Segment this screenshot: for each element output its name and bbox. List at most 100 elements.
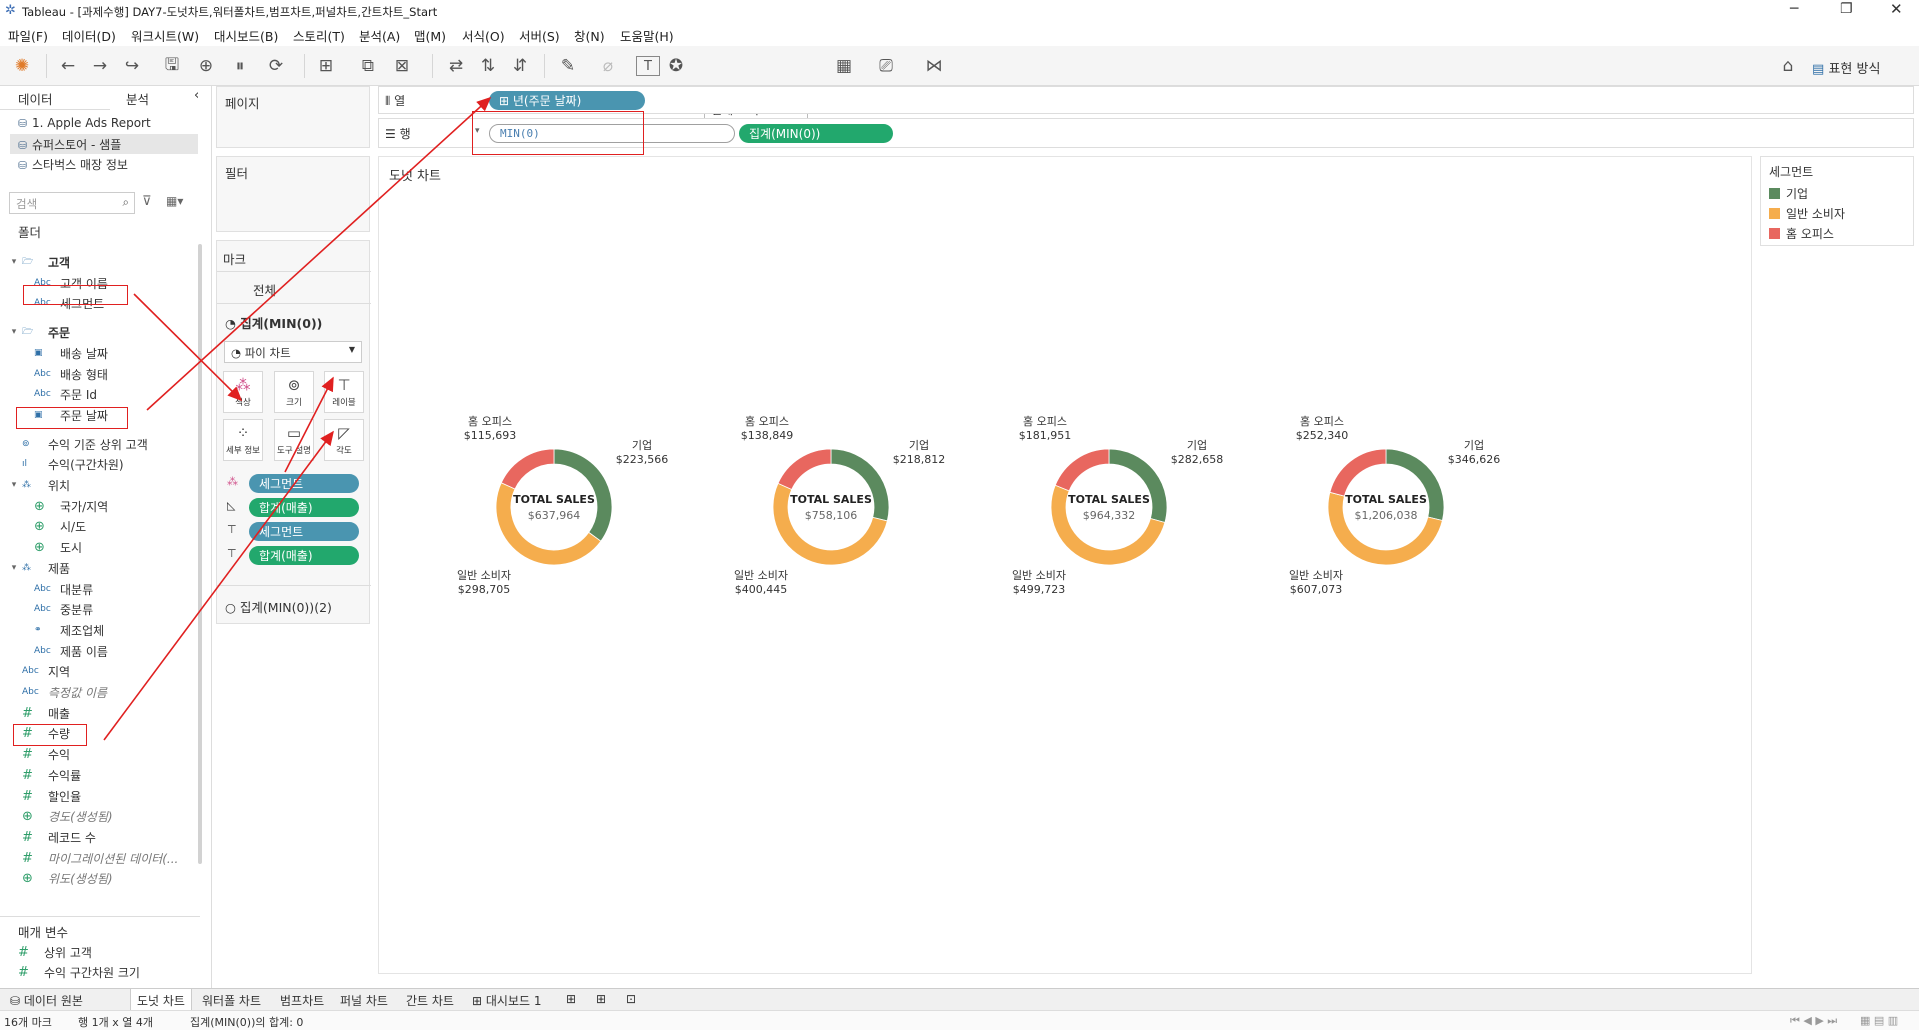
view-mode-icons[interactable]: ▦ ▤ ▥ — [1860, 1014, 1898, 1027]
menu-worksheet[interactable]: 워크시트(W) — [131, 26, 199, 45]
view-options-icon[interactable]: ▦▾ — [166, 194, 183, 208]
columns-shelf[interactable]: ⦀ 열 ⊞ 년(주문 날짜) — [378, 86, 1914, 114]
field-item-set[interactable]: ⊚ 수익 기준 상위 고객 — [22, 434, 148, 454]
field-item-dim[interactable]: Abc 배송 형태 — [34, 364, 108, 384]
save-icon[interactable]: 🖫 — [160, 46, 184, 86]
replay-icon[interactable]: ↪ — [120, 46, 144, 86]
tab-analytics[interactable]: 분석 — [126, 86, 149, 108]
size-button[interactable]: ⊚ 크기 — [274, 371, 314, 413]
pin-icon[interactable]: ⌂ — [1776, 46, 1800, 86]
field-search-input[interactable]: 검색 ⌕ — [9, 192, 135, 214]
label-button[interactable]: ⊤ 레이블 — [324, 371, 364, 413]
tab-datasource[interactable]: ⛁ 데이터 원본 — [4, 989, 89, 1011]
swap-rows-cols-icon[interactable]: ⇄ — [444, 46, 468, 86]
legend-item[interactable]: 일반 소비자 — [1769, 205, 1845, 222]
field-item-dim[interactable]: Abc 지역 — [22, 661, 70, 681]
tab-waterfall-chart[interactable]: 워터폴 차트 — [196, 989, 267, 1011]
tab-funnel-chart[interactable]: 퍼널 차트 — [334, 989, 394, 1011]
chevron-down-icon[interactable]: ▾ — [6, 327, 22, 337]
minimize-icon[interactable]: ─ — [1790, 1, 1798, 17]
tooltip-button[interactable]: ▭ 도구 설명 — [274, 419, 314, 461]
field-item-mea[interactable]: # 레코드 수 — [22, 827, 96, 847]
tab-donut-chart[interactable]: 도넛 차트 — [130, 989, 192, 1011]
group-icon[interactable]: ⌀ — [596, 46, 620, 86]
pause-updates-icon[interactable]: ⏸ — [228, 46, 252, 86]
field-item-dimit[interactable]: Abc 측정값 이름 — [22, 682, 107, 702]
new-story-icon[interactable]: ⊡ — [620, 989, 642, 1011]
field-item-geoit[interactable]: ⊕ 위도(생성됨) — [22, 868, 113, 888]
scrollbar[interactable] — [198, 244, 202, 864]
new-worksheet-icon[interactable]: ⊞ — [560, 989, 582, 1011]
field-item-dim[interactable]: Abc 제품 이름 — [34, 641, 108, 661]
show-labels-icon[interactable]: T — [636, 56, 660, 76]
field-item-dim[interactable]: Abc 주문 Id — [34, 384, 97, 404]
close-icon[interactable]: ✕ — [1890, 0, 1903, 18]
tab-data[interactable]: 데이터 — [18, 86, 53, 108]
menu-analysis[interactable]: 분석(A) — [359, 26, 400, 45]
tab-dashboard-1[interactable]: ⊞ 대시보드 1 — [466, 989, 548, 1011]
new-worksheet-icon[interactable]: ⊞ — [314, 46, 338, 86]
collapse-pane-icon[interactable]: ‹ — [194, 88, 199, 103]
sort-desc-icon[interactable]: ⇵ — [508, 46, 532, 86]
fix-axes-icon[interactable]: ✪ — [664, 46, 688, 86]
field-item-date[interactable]: ▣ 배송 날짜 — [34, 343, 108, 363]
menu-dashboard[interactable]: 대시보드(B) — [214, 26, 278, 45]
field-item-meait[interactable]: # 마이그레이션된 데이터(... — [22, 848, 178, 868]
columns-pill-year-order-date[interactable]: ⊞ 년(주문 날짜) — [489, 91, 645, 110]
rows-pill-agg-min[interactable]: 집계(MIN(0)) — [739, 124, 893, 143]
presentation-icon[interactable]: ⎚ — [874, 46, 898, 86]
chevron-down-icon[interactable]: ▾ — [6, 257, 22, 267]
mark-pill-sales-angle[interactable]: 합계(매출) — [249, 498, 359, 517]
new-datasource-icon[interactable]: ⊕ — [194, 46, 218, 86]
angle-button[interactable]: ◸ 각도 — [324, 419, 364, 461]
tableau-home-icon[interactable]: ✺ — [10, 46, 34, 86]
field-item-hier[interactable]: ▾ ⁂ 위치 — [6, 475, 70, 495]
marks-layer-2[interactable]: ○ 집계(MIN(0))(2) — [225, 597, 332, 616]
datasource-item-selected[interactable]: ⛁ 슈퍼스토어 - 샘플 — [18, 136, 121, 153]
menu-server[interactable]: 서버(S) — [519, 26, 560, 45]
mark-pill-segment-color[interactable]: 세그먼트 — [249, 474, 359, 493]
mark-type-select[interactable]: ◔ 파이 차트 ▼ — [224, 341, 362, 363]
field-item-link[interactable]: ⚭ 제조업체 — [34, 620, 104, 640]
chevron-down-icon[interactable]: ▾ — [6, 563, 22, 573]
duplicate-icon[interactable]: ⧉ — [356, 46, 380, 86]
field-item-bin[interactable]: ıl 수익(구간차원) — [22, 454, 124, 474]
field-item-hier[interactable]: ▾ ⁂ 제품 — [6, 558, 70, 578]
field-item-dim[interactable]: Abc 중분류 — [34, 599, 93, 619]
highlight-icon[interactable]: ✎ — [556, 46, 580, 86]
mark-pill-segment-label[interactable]: 세그먼트 — [249, 522, 359, 541]
refresh-icon[interactable]: ⟳ — [264, 46, 288, 86]
menu-help[interactable]: 도움말(H) — [620, 26, 674, 45]
filter-fields-icon[interactable]: ⊽ — [142, 194, 152, 209]
show-me-button[interactable]: ▤ 표현 방식 — [1812, 58, 1880, 77]
chevron-down-icon[interactable]: ▾ — [6, 480, 22, 490]
show-cards-icon[interactable]: ▦ — [832, 46, 856, 86]
field-item-folder[interactable]: ▾ 🗁 주문 — [6, 322, 70, 342]
mark-pill-sales-label[interactable]: 합계(매출) — [249, 546, 359, 565]
menu-file[interactable]: 파일(F) — [8, 26, 48, 45]
new-dashboard-icon[interactable]: ⊞ — [590, 989, 612, 1011]
field-item-mea[interactable]: # 수익률 — [22, 765, 81, 785]
marks-layer-1[interactable]: ◔ 집계(MIN(0)) — [225, 313, 322, 332]
color-button[interactable]: ⁂ 색상 — [223, 371, 263, 413]
field-item-folder[interactable]: ▾ 🗁 고객 — [6, 252, 70, 272]
menu-data[interactable]: 데이터(D) — [62, 26, 116, 45]
menu-story[interactable]: 스토리(T) — [293, 26, 345, 45]
restore-icon[interactable]: ❐ — [1840, 1, 1853, 17]
detail-button[interactable]: ⁘ 세부 정보 — [223, 419, 263, 461]
datasource-item[interactable]: ⛁ 1. Apple Ads Report — [18, 116, 151, 130]
field-item-geoit[interactable]: ⊕ 경도(생성됨) — [22, 806, 113, 826]
datasource-item[interactable]: ⛁ 스타벅스 매장 정보 — [18, 156, 128, 173]
parameter-item[interactable]: # 상위 고객 — [18, 942, 92, 962]
field-item-geo[interactable]: ⊕ 시/도 — [34, 516, 86, 536]
menu-format[interactable]: 서식(O) — [462, 26, 505, 45]
field-item-mea[interactable]: # 수익 — [22, 744, 70, 764]
menu-window[interactable]: 창(N) — [574, 26, 605, 45]
undo-icon[interactable]: ← — [56, 46, 80, 86]
clear-sheet-icon[interactable]: ⊠ — [390, 46, 414, 86]
marks-all-tab[interactable]: 전체 — [253, 280, 276, 299]
field-item-geo[interactable]: ⊕ 국가/지역 — [34, 496, 108, 516]
field-item-mea[interactable]: # 할인율 — [22, 786, 81, 806]
menu-map[interactable]: 맵(M) — [414, 26, 446, 45]
field-item-geo[interactable]: ⊕ 도시 — [34, 537, 82, 557]
